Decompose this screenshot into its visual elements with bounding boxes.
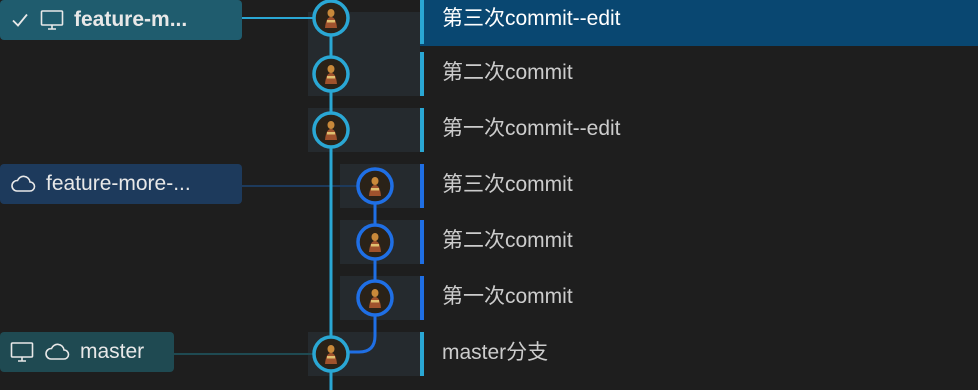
- commit-avatar[interactable]: [312, 0, 350, 37]
- branch-name: feature-more-...: [46, 172, 191, 195]
- branch-name: feature-m...: [74, 8, 188, 31]
- commit-avatar[interactable]: [312, 335, 350, 373]
- commit-avatar[interactable]: [356, 167, 394, 205]
- lane-marker: [420, 52, 424, 96]
- lane-marker: [420, 108, 424, 152]
- commit-row-5[interactable]: 第二次commit: [0, 214, 978, 270]
- commit-message: 第三次commit--edit: [442, 7, 621, 30]
- commit-avatar[interactable]: [356, 223, 394, 261]
- commit-row-3[interactable]: 第一次commit--edit: [0, 102, 978, 158]
- computer-icon: [10, 341, 34, 363]
- commit-avatar[interactable]: [312, 111, 350, 149]
- lane-marker: [420, 0, 424, 44]
- lane-marker: [420, 276, 424, 320]
- commit-graph-view: 第三次commit--edit 第二次commit 第一次commit--edi…: [0, 0, 978, 390]
- commit-avatar[interactable]: [312, 55, 350, 93]
- cloud-icon: [44, 342, 70, 362]
- commit-row-2[interactable]: 第二次commit: [0, 46, 978, 102]
- lane-marker: [420, 164, 424, 208]
- lane-marker: [420, 220, 424, 264]
- commit-message: 第三次commit: [442, 173, 573, 196]
- commit-message: 第一次commit--edit: [442, 117, 621, 140]
- branch-ref-master[interactable]: master: [0, 332, 174, 372]
- commit-message: 第二次commit: [442, 229, 573, 252]
- commit-message: 第二次commit: [442, 61, 573, 84]
- commit-message: master分支: [442, 341, 549, 364]
- branch-ref-remote[interactable]: feature-more-...: [0, 164, 242, 204]
- branch-ref-current[interactable]: feature-m...: [0, 0, 242, 40]
- cloud-icon: [10, 174, 36, 194]
- commit-avatar[interactable]: [356, 279, 394, 317]
- computer-icon: [40, 9, 64, 31]
- check-icon: [10, 10, 30, 30]
- lane-marker: [420, 332, 424, 376]
- branch-name: master: [80, 340, 145, 363]
- commit-message: 第一次commit: [442, 285, 573, 308]
- commit-row-6[interactable]: 第一次commit: [0, 270, 978, 326]
